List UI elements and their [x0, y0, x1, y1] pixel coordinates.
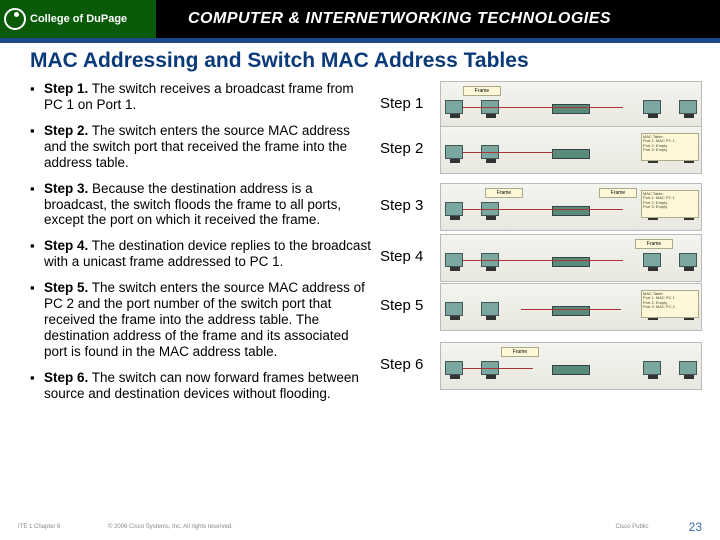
diagram-row: Step 1 Frame — [380, 81, 702, 123]
list-item: ▪Step 6. The switch can now forward fram… — [30, 370, 374, 402]
step-text: Step 3. Because the destination address … — [44, 181, 374, 229]
bullet-icon: ▪ — [30, 280, 44, 360]
link-line — [463, 107, 623, 108]
diagram-row: Step 5 MAC Table:Port 1: MAC PC 1Port 2:… — [380, 283, 702, 339]
header-bar: College of DuPage COMPUTER & INTERNETWOR… — [0, 0, 720, 38]
diagram-label: Step 2 — [380, 126, 434, 157]
pc-icon — [445, 145, 463, 159]
diagram-label: Step 5 — [380, 283, 434, 314]
bullet-icon: ▪ — [30, 238, 44, 270]
network-diagram: Frame — [440, 81, 702, 129]
pc-icon — [445, 302, 463, 316]
network-diagram: MAC Table:Port 1: MAC PC 1Port 2: EmptyP… — [440, 283, 702, 331]
frame-label: Frame — [501, 347, 539, 357]
list-item: ▪Step 4. The destination device replies … — [30, 238, 374, 270]
mac-table: MAC Table:Port 1: MAC PC 1Port 2: EmptyP… — [641, 133, 699, 161]
switch-icon — [552, 306, 590, 316]
diagram-label: Step 1 — [380, 81, 434, 112]
diagram-row: Step 6 Frame — [380, 342, 702, 398]
step-text: Step 2. The switch enters the source MAC… — [44, 123, 374, 171]
diagram-label: Step 4 — [380, 234, 434, 265]
pc-icon — [679, 253, 697, 267]
bullet-icon: ▪ — [30, 370, 44, 402]
link-line — [463, 152, 553, 153]
pc-icon — [679, 361, 697, 375]
page-number: 23 — [672, 520, 702, 534]
pc-icon — [643, 100, 661, 114]
step-text: Step 4. The destination device replies t… — [44, 238, 374, 270]
diagram-row: Step 4 Frame — [380, 234, 702, 280]
diagram-row: Step 2 MAC Table:Port 1: MAC PC 1Port 2:… — [380, 126, 702, 180]
logo-icon — [4, 8, 26, 30]
frame-label: Frame — [485, 188, 523, 198]
step-text: Step 5. The switch enters the source MAC… — [44, 280, 374, 360]
switch-icon — [552, 365, 590, 375]
footer-chapter: ITE 1 Chapter 6 — [18, 524, 108, 530]
pc-icon — [481, 302, 499, 316]
banner-title: COMPUTER & INTERNETWORKING TECHNOLOGIES — [188, 10, 611, 28]
bullet-icon: ▪ — [30, 123, 44, 171]
list-item: ▪Step 3. Because the destination address… — [30, 181, 374, 229]
steps-list: ▪Step 1. The switch receives a broadcast… — [30, 81, 374, 412]
link-line — [521, 309, 621, 310]
pc-icon — [445, 361, 463, 375]
switch-icon — [552, 149, 590, 159]
footer: ITE 1 Chapter 6 © 2006 Cisco Systems, In… — [0, 520, 720, 534]
switch-icon — [552, 206, 590, 216]
footer-public: Cisco Public — [592, 524, 672, 530]
network-diagram: MAC Table:Port 1: MAC PC 1Port 2: EmptyP… — [440, 126, 702, 174]
step-text: Step 1. The switch receives a broadcast … — [44, 81, 374, 113]
network-diagram: Frame — [440, 342, 702, 390]
bullet-icon: ▪ — [30, 181, 44, 229]
pc-icon — [643, 361, 661, 375]
bullet-icon: ▪ — [30, 81, 44, 113]
network-diagram: Frame — [440, 234, 702, 282]
diagrams-column: Step 1 Frame Step 2 MAC Table:Port 1: MA… — [380, 81, 702, 412]
pc-icon — [445, 202, 463, 216]
pc-icon — [445, 253, 463, 267]
frame-label: Frame — [635, 239, 673, 249]
switch-icon — [552, 257, 590, 267]
diagram-row: Step 3 MAC Table:Port 1: MAC PC 1Port 2:… — [380, 183, 702, 231]
step-text: Step 6. The switch can now forward frame… — [44, 370, 374, 402]
link-line — [463, 209, 623, 210]
link-line — [463, 368, 533, 369]
list-item: ▪Step 5. The switch enters the source MA… — [30, 280, 374, 360]
footer-copyright: © 2006 Cisco Systems, Inc. All rights re… — [108, 524, 592, 530]
pc-icon — [445, 100, 463, 114]
main-columns: ▪Step 1. The switch receives a broadcast… — [30, 81, 702, 412]
pc-icon — [679, 100, 697, 114]
mac-table: MAC Table:Port 1: MAC PC 1Port 2: EmptyP… — [641, 190, 699, 218]
diagram-label: Step 6 — [380, 342, 434, 373]
pc-icon — [643, 253, 661, 267]
slide-title: MAC Addressing and Switch MAC Address Ta… — [30, 49, 702, 73]
college-logo: College of DuPage — [0, 0, 156, 38]
link-line — [463, 260, 623, 261]
network-diagram: MAC Table:Port 1: MAC PC 1Port 2: EmptyP… — [440, 183, 702, 231]
frame-label: Frame — [599, 188, 637, 198]
list-item: ▪Step 2. The switch enters the source MA… — [30, 123, 374, 171]
frame-label: Frame — [463, 86, 501, 96]
mac-table: MAC Table:Port 1: MAC PC 1Port 2: EmptyP… — [641, 290, 699, 318]
list-item: ▪Step 1. The switch receives a broadcast… — [30, 81, 374, 113]
diagram-label: Step 3 — [380, 183, 434, 214]
slide-content: MAC Addressing and Switch MAC Address Ta… — [0, 43, 720, 412]
logo-text: College of DuPage — [30, 13, 127, 25]
switch-icon — [552, 104, 590, 114]
